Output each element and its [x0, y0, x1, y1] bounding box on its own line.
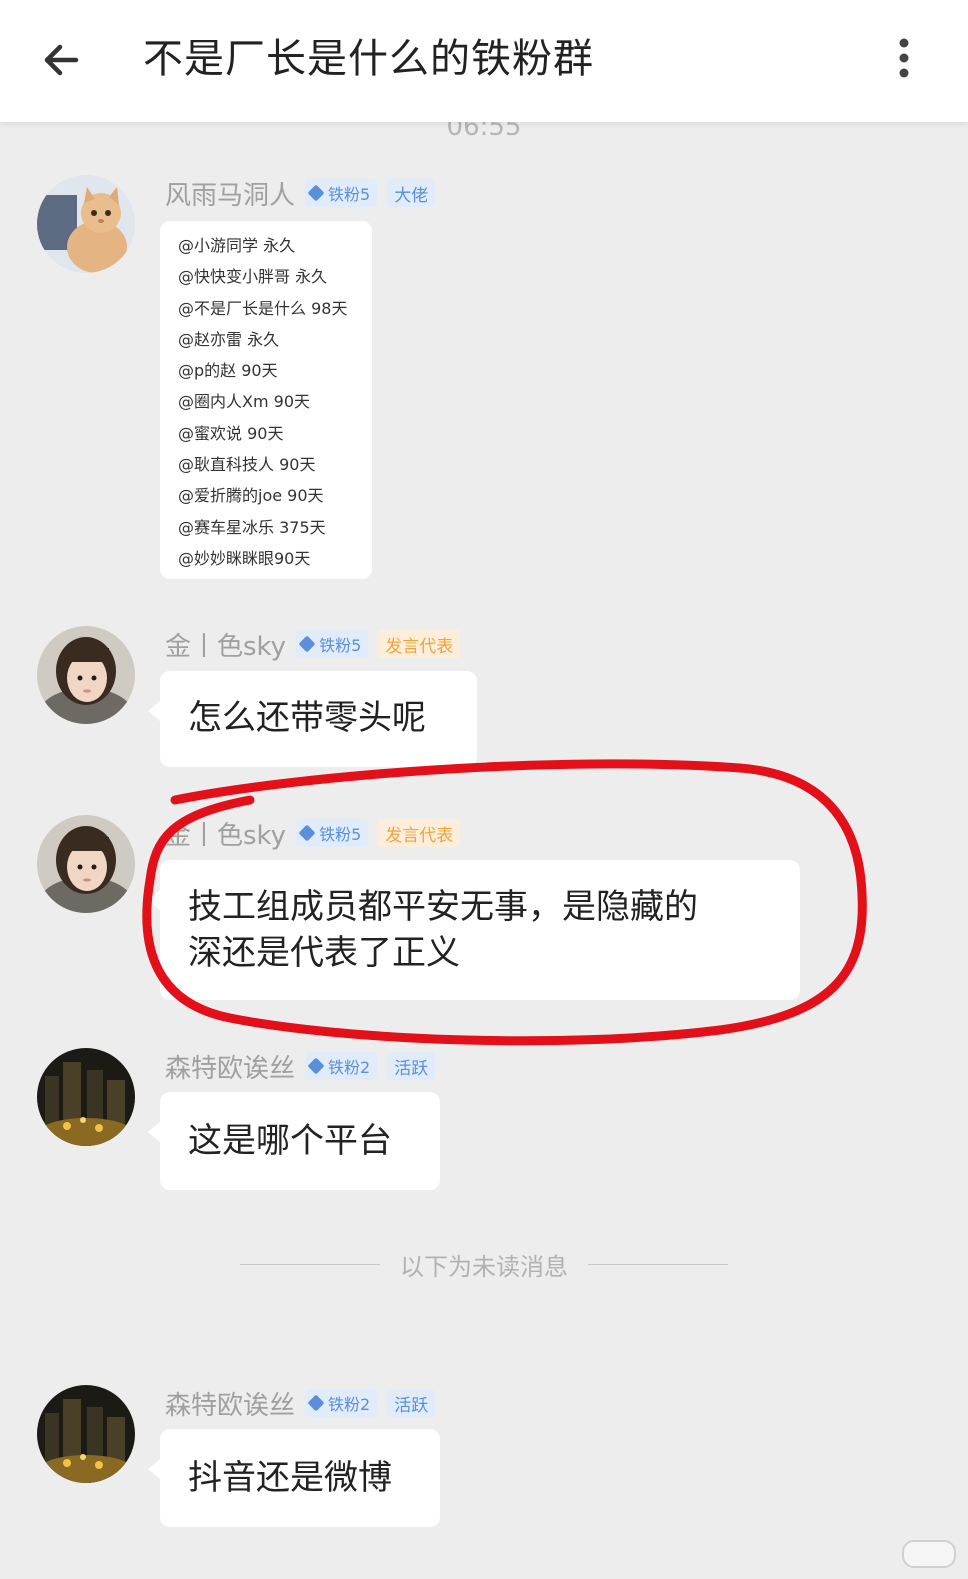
- mention-line: @耿直科技人 90天: [178, 455, 316, 475]
- role-badge: 发言代表: [378, 630, 461, 658]
- message-text-line2: 深还是代表了正义: [188, 933, 460, 973]
- mention-line: @妙妙眯眯眼90天: [178, 548, 311, 568]
- more-vertical-icon: [899, 38, 909, 78]
- message-bubble[interactable]: 抖音还是微博: [148, 1429, 440, 1527]
- role-badge: 活跃: [387, 1052, 436, 1080]
- role-badge: 发言代表: [378, 819, 461, 847]
- cat-avatar-icon: [37, 175, 135, 273]
- sender-name[interactable]: 森特欧诶丝: [165, 1048, 295, 1085]
- diamond-icon: [307, 1394, 325, 1412]
- message-text-line1: 技工组成员都平安无事，是隐藏的: [188, 887, 698, 927]
- mention-line: @爱折腾的joe 90天: [178, 486, 324, 506]
- back-button[interactable]: [36, 30, 96, 90]
- avatar[interactable]: [37, 626, 135, 724]
- group-title: 不是厂长是什么的铁粉群: [143, 36, 594, 82]
- fan-level-badge: 铁粉5: [296, 630, 369, 658]
- night-city-avatar-icon: [37, 1048, 135, 1146]
- message-bubble[interactable]: 怎么还带零头呢: [148, 671, 477, 767]
- avatar[interactable]: [37, 175, 135, 273]
- mention-line: @赵亦雷 永久: [178, 329, 280, 349]
- mention-line: @p的赵 90天: [178, 361, 278, 381]
- divider-line: [588, 1263, 728, 1265]
- avatar[interactable]: [37, 815, 135, 913]
- arrow-left-icon: [44, 44, 79, 76]
- scroll-handle[interactable]: [902, 1540, 956, 1568]
- sender-name[interactable]: 金丨色sky: [165, 626, 286, 663]
- message-bubble[interactable]: @小游同学 永久 @快快变小胖哥 永久 @不是厂长是什么 98天 @赵亦雷 永久 @p的…: [160, 221, 372, 579]
- role-badge: 活跃: [387, 1389, 436, 1417]
- diamond-icon: [298, 824, 316, 842]
- mention-line: @小游同学 永久: [178, 236, 296, 255]
- mention-line: @不是厂长是什么 98天: [178, 298, 348, 318]
- message-text: 这是哪个平台: [188, 1121, 392, 1161]
- night-city-avatar-icon: [37, 1385, 135, 1483]
- avatar[interactable]: [37, 1048, 135, 1146]
- message-text: 抖音还是微博: [188, 1458, 392, 1498]
- girl-avatar-icon: [37, 626, 135, 724]
- sender-name[interactable]: 森特欧诶丝: [165, 1385, 295, 1422]
- mention-line: @圈内人Xm 90天: [178, 392, 310, 412]
- message-text: 怎么还带零头呢: [188, 698, 426, 738]
- message-bubble[interactable]: 技工组成员都平安无事，是隐藏的 深还是代表了正义: [148, 860, 800, 1000]
- fan-level-badge: 铁粉5: [296, 819, 369, 847]
- mention-line: @赛车星冰乐 375天: [178, 517, 326, 537]
- fan-level-badge: 铁粉2: [305, 1389, 378, 1417]
- girl-avatar-icon: [37, 815, 135, 913]
- unread-divider-text: 以下为未读消息: [400, 1252, 568, 1281]
- role-badge: 大佬: [387, 179, 436, 207]
- message-bubble[interactable]: 这是哪个平台: [148, 1092, 440, 1190]
- more-options-button[interactable]: [880, 34, 928, 82]
- divider-line: [240, 1263, 380, 1265]
- mention-line: @蜜欢说 90天: [178, 423, 284, 443]
- red-highlight-circle: [142, 759, 867, 1046]
- mention-list: @小游同学 永久 @快快变小胖哥 永久 @不是厂长是什么 98天 @赵亦雷 永久 @p的…: [178, 230, 347, 574]
- diamond-icon: [307, 1057, 325, 1075]
- chat-header: 不是厂长是什么的铁粉群: [0, 0, 968, 122]
- unread-divider: 以下为未读消息: [0, 1246, 968, 1282]
- avatar[interactable]: [37, 1385, 135, 1483]
- diamond-icon: [307, 184, 325, 202]
- fan-level-badge: 铁粉2: [305, 1052, 378, 1080]
- sender-name[interactable]: 风雨马洞人: [165, 175, 295, 212]
- mention-line: @快快变小胖哥 永久: [178, 267, 328, 287]
- sender-name[interactable]: 金丨色sky: [165, 815, 286, 852]
- bottom-bar: [0, 1538, 968, 1579]
- fan-level-badge: 铁粉5: [305, 179, 378, 207]
- diamond-icon: [298, 635, 316, 653]
